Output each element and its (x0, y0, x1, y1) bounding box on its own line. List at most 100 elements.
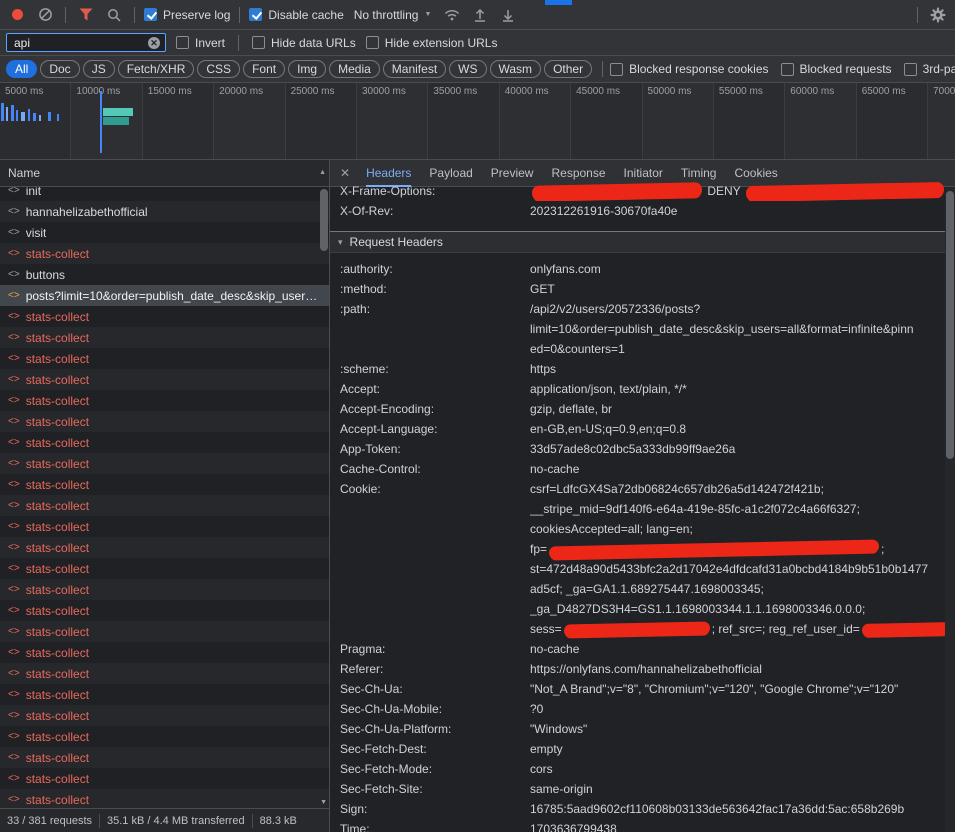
request-row[interactable]: <>stats-collect (0, 369, 329, 390)
filter-button[interactable] (75, 4, 97, 26)
network-conditions-button[interactable] (441, 4, 463, 26)
filter-pill-img[interactable]: Img (288, 60, 326, 78)
timeline-activity-bar (39, 115, 41, 121)
request-row[interactable]: <>stats-collect (0, 453, 329, 474)
invert-toggle[interactable]: Invert (176, 36, 225, 50)
request-name: visit (26, 226, 47, 240)
filter-pill-wasm[interactable]: Wasm (490, 60, 542, 78)
hide-extension-urls-checkbox[interactable] (366, 36, 379, 49)
request-row[interactable]: <>stats-collect (0, 390, 329, 411)
close-icon[interactable]: ✕ (340, 166, 350, 180)
checkbox-3rd-party-requests[interactable] (904, 63, 917, 76)
filter-input[interactable] (12, 35, 144, 51)
request-row[interactable]: <>stats-collect (0, 243, 329, 264)
request-row[interactable]: <>stats-collect (0, 789, 329, 808)
request-name: stats-collect (26, 373, 89, 387)
request-row[interactable]: <>init (0, 187, 329, 201)
network-overview-timeline[interactable]: 5000 ms10000 ms15000 ms20000 ms25000 ms3… (0, 83, 955, 160)
header-name: X-Of-Rev: (340, 201, 530, 221)
request-row[interactable]: <>stats-collect (0, 684, 329, 705)
filter-pill-css[interactable]: CSS (197, 60, 240, 78)
request-row[interactable]: <>stats-collect (0, 327, 329, 348)
file-code-icon: <> (8, 458, 20, 469)
request-row[interactable]: <>stats-collect (0, 495, 329, 516)
filter-pill-all[interactable]: All (6, 60, 37, 78)
toolbar-divider (917, 7, 918, 23)
header-row: App-Token:33d57ade8c02dbc5a333db99ff9ae2… (330, 439, 955, 459)
request-row[interactable]: <>stats-collect (0, 558, 329, 579)
throttling-select[interactable]: No throttling ▼ (350, 8, 436, 22)
header-value: 16785:5aad9602cf110608b03133de563642fac1… (530, 799, 955, 819)
checkbox-blocked-response-cookies[interactable] (610, 63, 623, 76)
search-button[interactable] (103, 4, 125, 26)
record-button[interactable] (6, 4, 28, 26)
request-row[interactable]: <>stats-collect (0, 726, 329, 747)
scroll-down-icon[interactable]: ▼ (320, 799, 327, 806)
request-row[interactable]: <>stats-collect (0, 348, 329, 369)
toggle-blocked-response-cookies[interactable]: Blocked response cookies (610, 62, 768, 76)
filter-pill-ws[interactable]: WS (449, 60, 486, 78)
hide-extension-urls-toggle[interactable]: Hide extension URLs (366, 36, 498, 50)
details-scrollbar[interactable] (945, 188, 955, 832)
filter-pill-js[interactable]: JS (83, 60, 115, 78)
export-har-button[interactable] (497, 4, 519, 26)
type-checkbox-group: Blocked response cookies Blocked requests… (610, 62, 955, 76)
filter-pill-fetch-xhr[interactable]: Fetch/XHR (118, 60, 195, 78)
chevron-down-icon: ▼ (424, 11, 431, 18)
request-row[interactable]: <>posts?limit=10&order=publish_date_desc… (0, 285, 329, 306)
filter-pill-doc[interactable]: Doc (40, 60, 79, 78)
scrollbar-thumb[interactable] (320, 189, 328, 251)
filter-pill-other[interactable]: Other (544, 60, 592, 78)
request-row[interactable]: <>stats-collect (0, 306, 329, 327)
network-summary-bar: 33 / 381 requests 35.1 kB / 4.4 MB trans… (0, 808, 329, 832)
request-row[interactable]: <>stats-collect (0, 579, 329, 600)
request-row[interactable]: <>stats-collect (0, 768, 329, 789)
request-row[interactable]: <>stats-collect (0, 600, 329, 621)
preserve-log-toggle[interactable]: Preserve log (144, 8, 230, 22)
scroll-up-icon[interactable]: ▲ (319, 169, 326, 176)
details-scrollbar-thumb[interactable] (946, 191, 954, 459)
disable-cache-checkbox[interactable] (249, 8, 262, 21)
request-row[interactable]: <>stats-collect (0, 474, 329, 495)
request-row[interactable]: <>stats-collect (0, 747, 329, 768)
disable-cache-toggle[interactable]: Disable cache (249, 8, 343, 22)
request-name: init (26, 187, 41, 198)
request-row[interactable]: <>stats-collect (0, 621, 329, 642)
header-value: 202312261916-30670fa40e (530, 201, 955, 221)
request-row[interactable]: <>stats-collect (0, 642, 329, 663)
header-row: Sec-Fetch-Dest:empty (330, 739, 955, 759)
clear-button[interactable] (34, 4, 56, 26)
request-row[interactable]: <>buttons (0, 264, 329, 285)
name-column-header[interactable]: Name ▲ (0, 160, 329, 187)
request-row[interactable]: <>stats-collect (0, 663, 329, 684)
request-row[interactable]: <>stats-collect (0, 411, 329, 432)
request-name: stats-collect (26, 583, 89, 597)
request-row[interactable]: <>stats-collect (0, 516, 329, 537)
header-value-line: onlyfans.com (530, 259, 939, 279)
checkbox-blocked-requests[interactable] (781, 63, 794, 76)
filter-pill-media[interactable]: Media (329, 60, 380, 78)
clear-input-icon[interactable]: ✕ (148, 37, 160, 49)
filter-pill-manifest[interactable]: Manifest (383, 60, 446, 78)
hide-data-urls-toggle[interactable]: Hide data URLs (252, 36, 356, 50)
request-headers-section[interactable]: ▾Request Headers (330, 231, 955, 253)
request-row[interactable]: <>visit (0, 222, 329, 243)
header-value: en-GB,en-US;q=0.9,en;q=0.8 (530, 419, 955, 439)
filter-pill-font[interactable]: Font (243, 60, 285, 78)
hide-data-urls-checkbox[interactable] (252, 36, 265, 49)
label-blocked-response-cookies: Blocked response cookies (629, 62, 768, 76)
request-row[interactable]: <>stats-collect (0, 537, 329, 558)
file-code-icon: <> (8, 710, 20, 721)
request-row[interactable]: <>stats-collect (0, 432, 329, 453)
request-row[interactable]: <>hannahelizabethofficial (0, 201, 329, 222)
collapse-triangle-icon: ▾ (338, 237, 343, 248)
toggle-3rd-party-requests[interactable]: 3rd-party requests (904, 62, 955, 76)
file-code-icon: <> (8, 332, 20, 343)
settings-button[interactable] (927, 4, 949, 26)
preserve-log-checkbox[interactable] (144, 8, 157, 21)
import-har-button[interactable] (469, 4, 491, 26)
invert-checkbox[interactable] (176, 36, 189, 49)
request-row[interactable]: <>stats-collect (0, 705, 329, 726)
toggle-blocked-requests[interactable]: Blocked requests (781, 62, 892, 76)
file-code-icon: <> (8, 206, 20, 217)
